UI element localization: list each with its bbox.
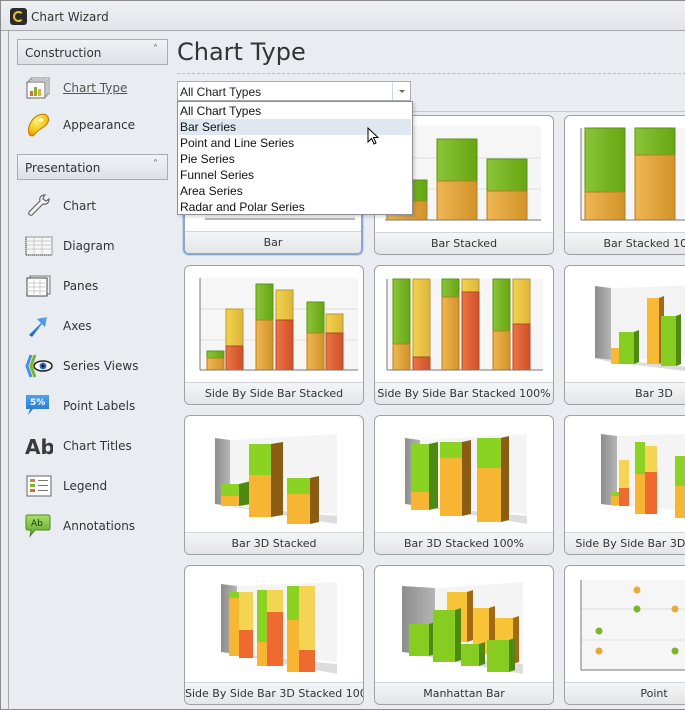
tile-caption: Side By Side Bar 3D Stacked — [565, 532, 685, 554]
nav-label: Chart Type — [63, 81, 128, 95]
dropdown-arrow-icon[interactable] — [392, 82, 410, 100]
bar-3d-stacked-thumbnail — [215, 434, 337, 524]
dropdown-option-radar-and-polar-series[interactable]: Radar and Polar Series — [179, 199, 411, 215]
legend-icon — [25, 473, 53, 499]
point-labels-icon: 5% — [25, 393, 53, 419]
nav-item-chart-type[interactable]: Chart Type — [25, 73, 165, 103]
bar-3d-stacked-100-thumbnail — [405, 434, 527, 524]
tile-caption: Bar Stacked — [375, 232, 553, 254]
manhattan-bar-thumbnail — [402, 582, 523, 674]
svg-text:Ab: Ab — [25, 435, 53, 459]
tile-caption: Bar 3D Stacked — [185, 532, 363, 554]
tile-caption: Bar 3D — [565, 382, 685, 404]
chart-type-filter-combo[interactable]: All Chart Types — [177, 81, 411, 101]
nav-item-diagram[interactable]: Diagram — [25, 231, 165, 261]
window-title: Chart Wizard — [31, 10, 109, 24]
nav-item-panes[interactable]: Panes — [25, 271, 165, 301]
tile-bar-3d-stacked[interactable]: Bar 3D Stacked — [184, 415, 364, 555]
svg-text:Ab: Ab — [31, 519, 43, 529]
dropdown-option-pie-series[interactable]: Pie Series — [179, 151, 411, 167]
wrench-icon — [25, 193, 53, 219]
nav-item-point-labels[interactable]: 5% Point Labels — [25, 391, 165, 421]
tile-bar-3d-stacked-100[interactable]: Bar 3D Stacked 100% — [374, 415, 554, 555]
nav-label: Legend — [63, 479, 108, 493]
side-by-side-bar-stacked-thumbnail — [199, 278, 358, 371]
svg-text:5%: 5% — [30, 398, 45, 408]
dropdown-option-area-series[interactable]: Area Series — [179, 183, 411, 199]
dropdown-option-all-chart-types[interactable]: All Chart Types — [179, 103, 411, 119]
nav-label: Appearance — [63, 118, 136, 132]
tile-caption: Bar Stacked 100% — [565, 232, 685, 254]
nav-item-chart[interactable]: Chart — [25, 191, 165, 221]
group-header-construction[interactable]: Construction ˄ — [17, 39, 168, 65]
nav-label: Panes — [63, 279, 99, 293]
group-label: Construction — [25, 46, 102, 60]
tile-caption: Point — [565, 682, 685, 704]
nav-item-legend[interactable]: Legend — [25, 471, 165, 501]
sidebar: Construction ˄ Chart Type Appearance Pre… — [8, 31, 177, 710]
tile-caption: Side By Side Bar Stacked 100% — [375, 382, 553, 404]
chart-wizard-window: Chart Wizard Construction ˄ Chart Type A… — [0, 0, 685, 710]
tile-bar-3d[interactable]: Bar 3D — [564, 265, 685, 405]
nav-label: Point Labels — [63, 399, 136, 413]
mouse-pointer-icon — [367, 127, 380, 145]
tile-manhattan-bar[interactable]: Manhattan Bar — [374, 565, 554, 705]
title-bar: Chart Wizard — [1, 1, 685, 31]
annotations-icon: Ab — [25, 513, 53, 539]
chevron-up-icon[interactable]: ˄ — [153, 159, 158, 170]
tile-side-by-side-bar-3d-stacked[interactable]: Side By Side Bar 3D Stacked — [564, 415, 685, 555]
title-divider — [177, 73, 685, 74]
tile-point[interactable]: Point — [564, 565, 685, 705]
chart-wizard-app-icon — [10, 8, 27, 25]
nav-label: Chart Titles — [63, 439, 132, 453]
side-by-side-bar-stacked-100-thumbnail — [386, 278, 543, 371]
tile-caption: Manhattan Bar — [375, 682, 553, 704]
chart-type-filter-dropdown: All Chart Types Bar Series Point and Lin… — [177, 101, 413, 215]
nav-label: Series Views — [63, 359, 139, 373]
bar-stacked-100-thumbnail — [580, 127, 685, 221]
tile-side-by-side-bar-stacked-100[interactable]: Side By Side Bar Stacked 100% — [374, 265, 554, 405]
nav-item-series-views[interactable]: Series Views — [25, 351, 165, 381]
nav-item-chart-titles[interactable]: Ab Chart Titles — [25, 431, 165, 461]
side-by-side-bar-3d-stacked-100-thumbnail — [221, 582, 337, 674]
chart-titles-icon: Ab — [25, 433, 55, 459]
page-title: Chart Type — [177, 38, 306, 66]
bar-3d-thumbnail — [595, 285, 685, 371]
nav-item-appearance[interactable]: Appearance — [25, 110, 165, 140]
tile-caption: Side By Side Bar Stacked — [185, 382, 363, 404]
nav-item-axes[interactable]: Axes — [25, 311, 165, 341]
diagram-grid-icon — [25, 233, 53, 259]
side-by-side-bar-3d-stacked-thumbnail — [601, 433, 685, 518]
tile-side-by-side-bar-stacked[interactable]: Side By Side Bar Stacked — [184, 265, 364, 405]
tile-caption: Side By Side Bar 3D Stacked 100% — [185, 682, 363, 704]
tile-caption: Bar — [185, 231, 361, 253]
axes-arrow-icon — [25, 313, 53, 339]
nav-label: Axes — [63, 319, 92, 333]
panes-icon — [25, 273, 53, 299]
tile-caption: Bar 3D Stacked 100% — [375, 532, 553, 554]
tile-side-by-side-bar-3d-stacked-100[interactable]: Side By Side Bar 3D Stacked 100% — [184, 565, 364, 705]
group-label: Presentation — [25, 161, 101, 175]
nav-label: Chart — [63, 199, 96, 213]
dropdown-option-funnel-series[interactable]: Funnel Series — [179, 167, 411, 183]
palette-icon — [25, 112, 53, 138]
series-views-eye-icon — [25, 353, 53, 379]
nav-label: Annotations — [63, 519, 136, 533]
point-thumbnail — [580, 580, 685, 671]
tile-bar-stacked-100[interactable]: Bar Stacked 100% — [564, 115, 685, 255]
combo-value: All Chart Types — [180, 85, 262, 99]
chart-type-icon — [25, 75, 53, 101]
nav-label: Diagram — [63, 239, 115, 253]
group-header-presentation[interactable]: Presentation ˄ — [17, 154, 168, 180]
nav-item-annotations[interactable]: Ab Annotations — [25, 511, 165, 541]
chevron-up-icon[interactable]: ˄ — [153, 44, 158, 55]
